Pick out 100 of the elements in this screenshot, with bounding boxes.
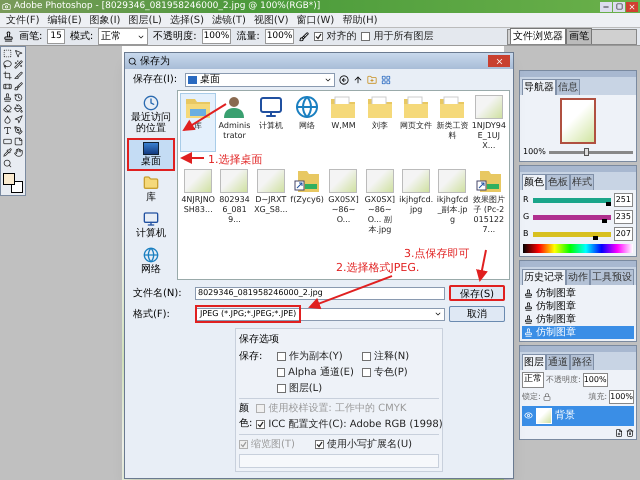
place-item[interactable]: 最近访问的位置 [129, 93, 173, 136]
brush-icon[interactable] [14, 82, 23, 91]
channel-value-field[interactable]: 235 [614, 210, 633, 224]
channel-value-field[interactable]: 251 [614, 193, 633, 207]
panel-tab[interactable]: 色板 [546, 174, 570, 190]
history-icon[interactable] [14, 93, 23, 102]
blend-mode-select[interactable]: 正常 [522, 372, 544, 388]
place-item[interactable]: 计算机 [129, 209, 173, 241]
new-layer-icon[interactable] [615, 428, 623, 436]
wand-icon[interactable] [14, 60, 23, 69]
minimize-button[interactable] [600, 2, 612, 12]
checkbox[interactable] [256, 420, 266, 429]
menu-item[interactable]: 文件(F) [6, 12, 40, 28]
panel-tab[interactable]: 通道 [546, 354, 570, 370]
zoom-slider[interactable] [548, 150, 633, 154]
arrow-icon[interactable] [14, 115, 23, 124]
checkbox[interactable] [276, 352, 286, 361]
checkbox[interactable] [362, 368, 371, 377]
knife-icon[interactable] [14, 71, 23, 80]
hand-icon[interactable] [14, 148, 23, 157]
file-item[interactable]: W,MM [326, 94, 361, 151]
menu-item[interactable]: 选择(S) [170, 12, 204, 28]
view-menu-icon[interactable] [381, 74, 391, 84]
save-in-select[interactable]: 桌面 [185, 72, 335, 86]
file-item[interactable]: Administrator [217, 94, 252, 151]
menu-item[interactable]: 视图(V) [254, 12, 289, 28]
pointer-icon[interactable] [14, 49, 23, 58]
place-item[interactable]: 桌面 [129, 140, 173, 169]
file-item[interactable]: 8029346_0819... [217, 168, 252, 235]
file-item[interactable]: GX0SX]~86~O... [326, 168, 361, 235]
filename-field[interactable]: 8029346_081958246000_2.jpg [195, 286, 445, 300]
channel-value-field[interactable]: 207 [614, 227, 633, 241]
flow-field[interactable]: 100% [264, 28, 294, 44]
eraser-icon[interactable] [3, 104, 12, 113]
foreground-color-swatch[interactable] [3, 173, 15, 185]
fill-field[interactable]: 100% [609, 390, 634, 404]
stamp-icon[interactable] [3, 31, 14, 42]
file-item[interactable]: GX0SX]~86~O... 副本.jpg [362, 168, 397, 235]
palette-tab[interactable]: 文件浏览器 [510, 28, 566, 44]
panel-tab[interactable]: 信息 [556, 79, 580, 95]
note-icon[interactable] [14, 137, 23, 146]
checkbox[interactable] [361, 32, 370, 41]
panel-tab[interactable]: 路径 [570, 354, 594, 370]
up-icon[interactable] [353, 74, 363, 84]
file-item[interactable]: 效果图片子 (Pc-20151227... [472, 168, 506, 235]
rectangle-icon[interactable] [3, 137, 12, 146]
opacity-field[interactable]: 100% [202, 28, 232, 44]
close-button[interactable] [626, 2, 638, 12]
type-icon[interactable] [3, 126, 12, 135]
file-item[interactable]: 新类工资料 [435, 94, 470, 151]
history-item[interactable]: 仿制图章 [522, 313, 634, 326]
file-item[interactable]: f(Zycy6) [290, 168, 324, 235]
panel-tab[interactable]: 图层 [522, 354, 546, 370]
menu-item[interactable]: 图象(I) [90, 12, 120, 28]
close-button[interactable] [488, 55, 510, 67]
panel-tab[interactable]: 动作 [566, 269, 590, 285]
menu-item[interactable]: 图层(L) [128, 12, 162, 28]
file-item[interactable]: 1NJDY94E_1UJX... [472, 94, 506, 151]
paint-bucket-icon[interactable] [14, 104, 23, 113]
file-item[interactable]: 刘李 [362, 94, 397, 151]
menu-item[interactable]: 编辑(E) [48, 12, 82, 28]
trash-icon[interactable] [626, 428, 634, 436]
droplet-icon[interactable] [3, 115, 12, 124]
mode-select[interactable]: 正常 [98, 28, 148, 45]
back-icon[interactable] [339, 74, 349, 84]
history-item[interactable]: 仿制图章 [522, 287, 634, 300]
stamp-icon[interactable] [3, 93, 12, 102]
marquee-icon[interactable] [3, 49, 12, 58]
file-item[interactable]: 计算机 [254, 94, 288, 151]
file-item[interactable]: 网页文件 [398, 94, 434, 151]
checkbox[interactable] [314, 440, 324, 449]
file-item[interactable]: 4NJRJNOSH83... [181, 168, 216, 235]
checkbox[interactable] [362, 352, 371, 361]
file-item[interactable]: D~JRXTXG_S8... [254, 168, 288, 235]
brush-size-picker[interactable]: 15 [47, 28, 65, 44]
airbrush-icon[interactable] [299, 32, 310, 42]
file-item[interactable]: 网络 [290, 94, 324, 151]
cancel-button[interactable]: 取消 [449, 306, 505, 322]
maximize-button[interactable] [613, 2, 625, 12]
zoom-icon[interactable] [3, 159, 12, 168]
eyedropper-icon[interactable] [3, 148, 12, 157]
lasso-icon[interactable] [3, 60, 12, 69]
save-button[interactable]: 保存(S) [449, 285, 505, 301]
menu-item[interactable]: 窗口(W) [296, 12, 334, 28]
panel-tab[interactable]: 工具预设 [590, 269, 634, 285]
place-item[interactable]: 网络 [129, 245, 173, 277]
checkbox[interactable] [314, 32, 324, 41]
bandage-icon[interactable] [3, 82, 12, 91]
palette-tab[interactable]: 画笔 [566, 28, 592, 44]
history-item[interactable]: 仿制图章 [522, 300, 634, 313]
place-item[interactable]: 库 [129, 173, 173, 205]
menu-item[interactable]: 滤镜(T) [212, 12, 246, 28]
panel-tab[interactable]: 历史记录 [522, 269, 566, 285]
eye-icon[interactable] [524, 411, 533, 420]
file-item[interactable]: ikjhgfcd.jpg [398, 168, 434, 235]
panel-tab[interactable]: 导航器 [522, 79, 556, 95]
file-item[interactable]: ikjhgfcd_副本.jpg [435, 168, 470, 235]
menu-item[interactable]: 帮助(H) [342, 12, 378, 28]
crop-icon[interactable] [3, 71, 12, 80]
checkbox[interactable] [276, 368, 286, 377]
